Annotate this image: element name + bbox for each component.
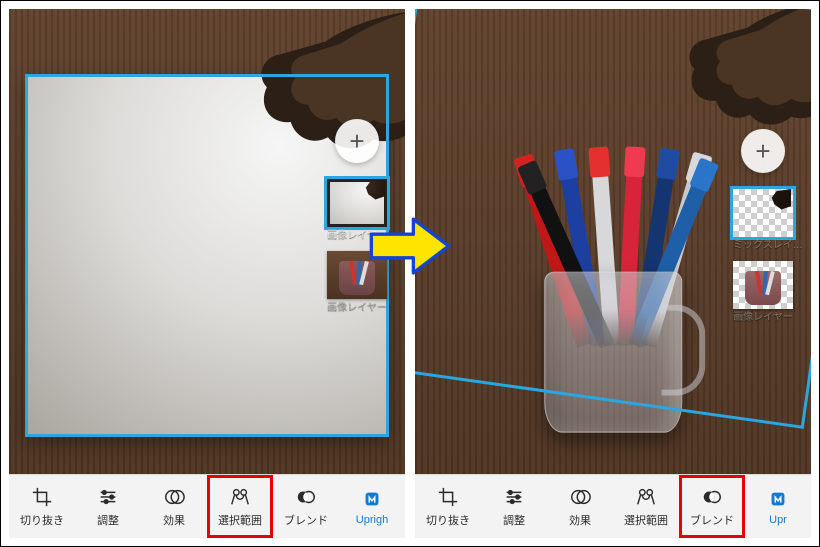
canvas-area[interactable]: + 画像レイヤー 画像レイヤー [9,9,405,474]
layers-panel: ミックスレイ… 画像レイヤー [733,189,797,309]
add-layer-button[interactable]: + [335,119,379,163]
plus-icon: + [755,136,770,167]
layer-label: ミックスレイ… [733,236,793,251]
tool-label: 効果 [163,512,185,528]
tool-label: 選択範囲 [218,512,262,528]
upright-icon [361,488,383,510]
tool-select[interactable]: 選択範囲 [207,475,273,538]
layer-thumb-1[interactable]: ミックスレイ… [733,189,793,237]
tool-label: 切り抜き [20,512,64,528]
crop-icon [31,486,53,508]
layer-thumb-2[interactable]: 画像レイヤー [733,261,793,309]
tool-crop[interactable]: 切り抜き [415,475,481,538]
blend-icon [295,486,317,508]
tool-blend[interactable]: ブレンド [679,475,745,538]
tool-upright[interactable]: Uprigh [339,475,405,538]
tool-label: 効果 [569,512,591,528]
layer-label: 画像レイヤー [733,308,793,323]
tool-adjust[interactable]: 調整 [481,475,547,538]
select-icon [635,486,657,508]
bottom-toolbar: 切り抜き 調整 効果 選択範囲 ブレンド Uprigh [9,474,405,538]
tool-select[interactable]: 選択範囲 [613,475,679,538]
tool-crop[interactable]: 切り抜き [9,475,75,538]
tool-blend[interactable]: ブレンド [273,475,339,538]
upright-icon [767,488,789,510]
tool-label: 調整 [97,512,119,528]
blend-icon [701,486,723,508]
tool-adjust[interactable]: 調整 [75,475,141,538]
tool-fx[interactable]: 効果 [547,475,613,538]
tool-label: ブレンド [690,512,734,528]
adjust-icon [503,486,525,508]
adjust-icon [97,486,119,508]
tool-label: Uprigh [356,514,388,526]
canvas-area[interactable]: + ミックスレイ… 画像レイヤー [415,9,811,474]
select-icon [229,486,251,508]
editor-screen-before: + 画像レイヤー 画像レイヤー 切り抜き調整効果選択範囲ブレンドUpr [9,9,405,538]
add-layer-button[interactable]: + [741,129,785,173]
tool-label: 切り抜き [426,512,470,528]
tool-upright[interactable]: Upr [745,475,811,538]
tool-label: 選択範囲 [624,512,668,528]
tool-label: Upr [769,514,787,526]
fx-icon [569,486,591,508]
crop-icon [437,486,459,508]
editor-screen-after: + ミックスレイ… 画像レイヤー 切り抜き 調整 効果 選択範囲 ブレンド Upr [415,9,811,538]
transition-arrow [368,211,452,281]
bottom-toolbar: 切り抜き 調整 効果 選択範囲 ブレンド Upr [415,474,811,538]
tool-label: ブレンド [284,512,328,528]
fx-icon [163,486,185,508]
tool-label: 調整 [503,512,525,528]
tool-fx[interactable]: 効果 [141,475,207,538]
plus-icon: + [349,126,364,157]
layer-label: 画像レイヤー [327,298,387,313]
